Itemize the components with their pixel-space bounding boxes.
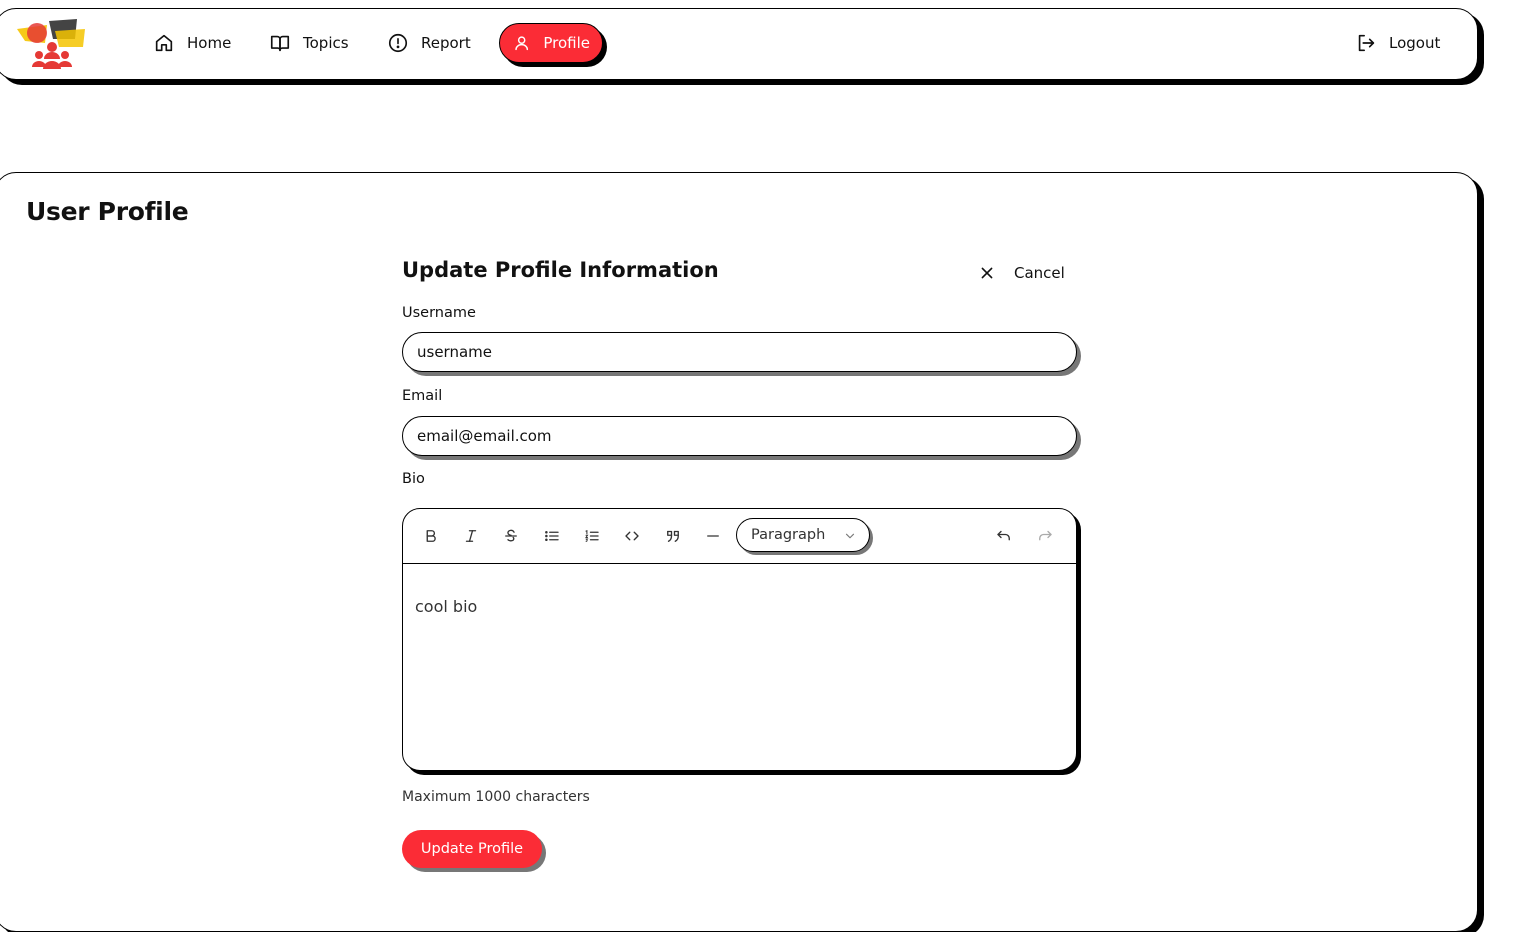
close-icon [981, 267, 993, 279]
navbar: Home Topics Report Profile Logout [0, 8, 1478, 80]
editor-toolbar: Paragraph [403, 509, 1076, 564]
email-label: Email [402, 388, 443, 404]
nav-item-topics[interactable]: Topics [257, 23, 361, 63]
quote-icon [667, 530, 679, 542]
italic-icon [465, 530, 477, 542]
logout-label: Logout [1389, 34, 1441, 52]
update-profile-button[interactable]: Update Profile [402, 830, 542, 868]
alert-circle-icon [388, 33, 408, 53]
form-title: Update Profile Information [402, 258, 719, 282]
nav-item-label: Profile [543, 34, 590, 52]
home-icon [155, 34, 173, 52]
logout-icon [1358, 34, 1375, 52]
chevron-down-icon [845, 533, 855, 539]
ordered-list-button[interactable] [579, 523, 605, 549]
cancel-label: Cancel [1014, 264, 1065, 282]
horizontal-rule-button[interactable] [700, 523, 726, 549]
italic-button[interactable] [458, 523, 484, 549]
book-icon [270, 35, 290, 52]
bullet-list-button[interactable] [539, 523, 565, 549]
email-field[interactable] [402, 416, 1077, 456]
block-type-value: Paragraph [751, 527, 826, 543]
user-icon [515, 36, 529, 51]
bullet-list-icon [545, 530, 559, 542]
nav-item-profile[interactable]: Profile [499, 23, 603, 63]
undo-icon [997, 530, 1010, 541]
bio-editor: Paragraph cool bio [402, 508, 1077, 771]
bio-content[interactable]: cool bio [415, 597, 477, 616]
username-field[interactable] [402, 332, 1077, 372]
page-title: User Profile [26, 197, 189, 226]
community-logo-icon[interactable] [15, 17, 89, 75]
code-button[interactable] [619, 523, 645, 549]
horizontal-rule-icon [707, 535, 719, 537]
nav-item-label: Home [187, 34, 232, 52]
strikethrough-button[interactable] [498, 523, 524, 549]
code-icon [625, 531, 639, 541]
nav-item-home[interactable]: Home [141, 23, 243, 63]
bio-hint: Maximum 1000 characters [402, 789, 590, 805]
bold-icon [426, 530, 436, 542]
username-label: Username [402, 305, 476, 321]
redo-icon [1039, 530, 1052, 541]
quote-button[interactable] [660, 523, 686, 549]
redo-button[interactable] [1032, 523, 1058, 549]
logout-button[interactable]: Logout [1343, 23, 1452, 63]
strikethrough-icon [505, 529, 517, 542]
ordered-list-icon [585, 529, 599, 542]
nav-item-report[interactable]: Report [375, 23, 483, 63]
undo-button[interactable] [991, 523, 1017, 549]
bio-label: Bio [402, 471, 425, 487]
nav-item-label: Report [421, 34, 471, 52]
bold-button[interactable] [418, 523, 444, 549]
cancel-button[interactable]: Cancel [976, 262, 1065, 284]
nav-item-label: Topics [303, 34, 349, 52]
block-type-select[interactable]: Paragraph [736, 518, 870, 552]
